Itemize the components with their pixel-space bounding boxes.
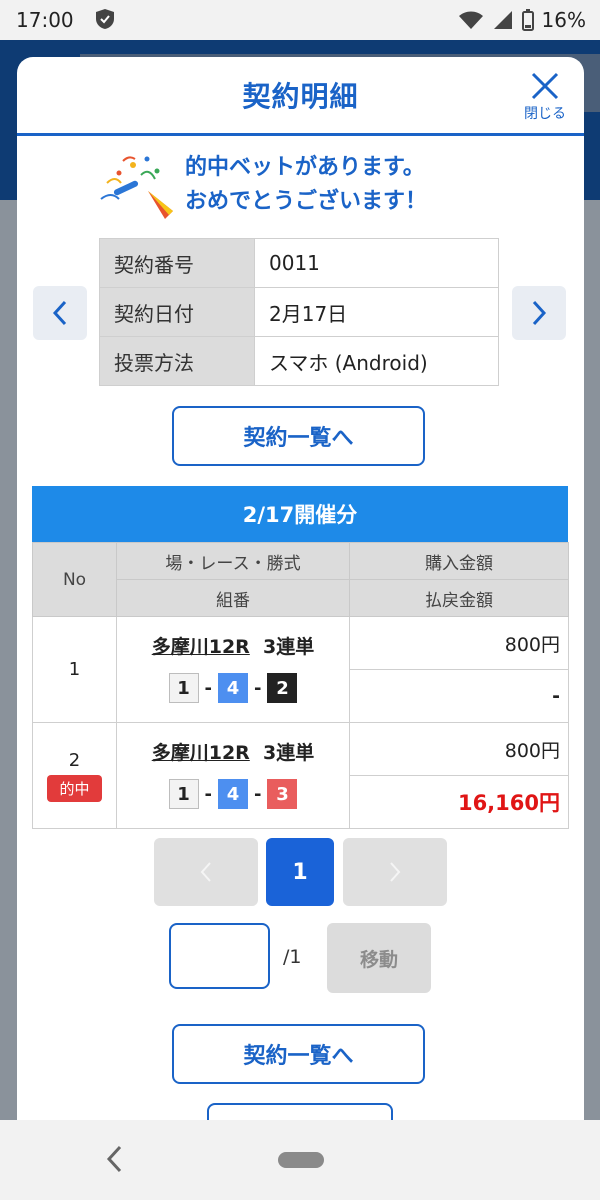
previous-contract-button[interactable]: [33, 286, 87, 340]
status-bar: 17:00 16%: [0, 0, 600, 40]
combination: 1 - 4 - 3: [118, 779, 348, 809]
battery-percent: 16%: [541, 8, 586, 32]
info-row: 投票方法 スマホ (Android): [99, 336, 499, 386]
combo-second: 4: [218, 673, 248, 703]
info-row: 契約番号 0011: [99, 238, 499, 288]
contract-date: 2月17日: [254, 287, 499, 337]
pager-next-button[interactable]: [343, 838, 447, 906]
page-number-input[interactable]: [169, 923, 270, 989]
header-no: No: [32, 542, 117, 617]
chevron-left-icon: [200, 862, 211, 882]
wifi-icon: [458, 10, 484, 30]
voting-method: スマホ (Android): [254, 336, 499, 386]
system-nav-bar: [0, 1120, 600, 1200]
payout-amount: 16,160円: [349, 775, 569, 829]
contract-info-table: 契約番号 0011 契約日付 2月17日 投票方法 スマホ (Android): [99, 238, 499, 386]
back-icon[interactable]: [104, 1144, 124, 1178]
info-key: 契約番号: [99, 238, 255, 288]
move-button[interactable]: 移動: [327, 923, 431, 993]
win-message: 的中ベットがあります。 おめでとうございます！: [185, 151, 427, 219]
home-pill-icon[interactable]: [278, 1152, 324, 1168]
table-row: 1 多摩川12R 3連単 1 - 4 - 2 800円: [32, 616, 569, 723]
bet-number: 1: [68, 659, 81, 680]
info-key: 契約日付: [99, 287, 255, 337]
section-title: 2/17開催分: [32, 486, 568, 542]
payout-amount: -: [349, 669, 569, 723]
purchase-amount: 800円: [349, 722, 569, 776]
party-popper-icon: [93, 153, 183, 223]
pager-page-button[interactable]: 1: [266, 838, 334, 906]
race-venue-link[interactable]: 多摩川12R: [152, 742, 250, 764]
bet-type: 3連単: [263, 636, 315, 658]
contract-list-button-bottom[interactable]: 契約一覧へ: [172, 1024, 425, 1084]
status-time: 17:00: [16, 8, 74, 32]
shield-icon: [94, 8, 116, 30]
next-contract-button[interactable]: [512, 286, 566, 340]
header-payout: 払戻金額: [349, 579, 569, 617]
combo-second: 4: [218, 779, 248, 809]
chevron-right-icon: [390, 862, 401, 882]
close-icon: [531, 72, 559, 100]
combo-third: 3: [267, 779, 298, 809]
info-key: 投票方法: [99, 336, 255, 386]
contract-number: 0011: [254, 238, 499, 288]
header-combination: 組番: [116, 579, 350, 617]
combo-third: 2: [267, 673, 298, 703]
battery-icon: [521, 9, 534, 31]
header-purchase: 購入金額: [349, 542, 569, 580]
contract-detail-dialog: 契約明細 閉じる 的中ベットがあります。 おめでとうございます！ 契約番号 00…: [17, 57, 584, 1127]
table-row: 2 的中 多摩川12R 3連単 1 - 4 - 3 800円: [32, 722, 569, 829]
close-label: 閉じる: [524, 106, 566, 122]
chevron-left-icon: [52, 300, 67, 326]
close-button[interactable]: 閉じる: [520, 69, 570, 125]
bet-table: No 場・レース・勝式 購入金額 組番 払戻金額 1 多摩川12R 3連単 1 …: [32, 542, 569, 829]
race-venue-link[interactable]: 多摩川12R: [152, 636, 250, 658]
combo-first: 1: [168, 779, 199, 809]
win-message-line1: 的中ベットがあります。: [185, 155, 425, 180]
chevron-right-icon: [532, 300, 547, 326]
win-message-line2: おめでとうございます！: [185, 189, 428, 214]
purchase-amount: 800円: [349, 616, 569, 670]
bet-number: 2: [68, 749, 81, 771]
pager-previous-button[interactable]: [154, 838, 258, 906]
hit-badge: 的中: [47, 774, 102, 802]
dialog-title: 契約明細: [242, 80, 359, 113]
page-total: /1: [283, 946, 302, 968]
header-race: 場・レース・勝式: [116, 542, 350, 580]
signal-icon: [492, 10, 514, 30]
title-divider: [17, 133, 584, 136]
contract-list-button[interactable]: 契約一覧へ: [172, 406, 425, 466]
combination: 1 - 4 - 2: [118, 673, 348, 703]
info-row: 契約日付 2月17日: [99, 287, 499, 337]
bet-type: 3連単: [263, 742, 315, 764]
combo-first: 1: [168, 673, 199, 703]
